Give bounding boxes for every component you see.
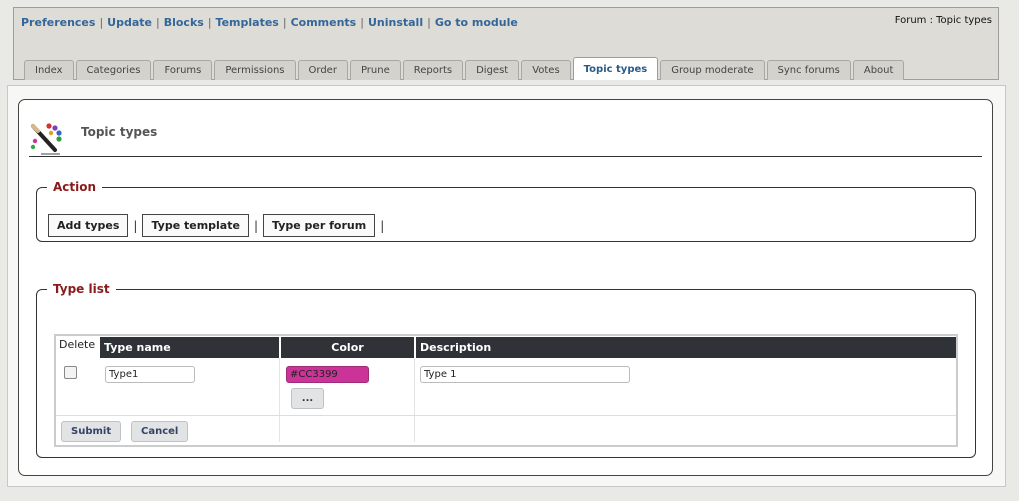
tab-order[interactable]: Order bbox=[297, 60, 348, 80]
type-list-table: Delete Type name Color Description ... S… bbox=[54, 334, 958, 447]
nav-link-blocks[interactable]: Blocks bbox=[164, 16, 204, 29]
separator: | bbox=[427, 16, 431, 29]
separator: | bbox=[282, 16, 287, 29]
page-title: Topic types bbox=[81, 125, 158, 139]
nav-link-comments[interactable]: Comments bbox=[291, 16, 357, 29]
header-color: Color bbox=[281, 337, 414, 358]
tab-digest[interactable]: Digest bbox=[465, 60, 520, 80]
type-template-button[interactable]: Type template bbox=[142, 214, 249, 237]
tab-forums[interactable]: Forums bbox=[153, 60, 213, 80]
column-divider bbox=[414, 358, 415, 442]
tab-reports[interactable]: Reports bbox=[402, 60, 464, 80]
breadcrumb: Forum : Topic types bbox=[894, 15, 992, 26]
tab-index[interactable]: Index bbox=[24, 60, 74, 80]
module-tabs: Index Categories Forums Permissions Orde… bbox=[24, 57, 906, 80]
tab-prune[interactable]: Prune bbox=[349, 60, 401, 80]
nav-link-uninstall[interactable]: Uninstall bbox=[368, 16, 423, 29]
content-box: Topic types Action Add types | Type temp… bbox=[18, 99, 993, 476]
nav-link-templates[interactable]: Templates bbox=[216, 16, 279, 29]
add-types-button[interactable]: Add types bbox=[48, 214, 129, 237]
delete-checkbox[interactable] bbox=[64, 366, 77, 379]
header-delete: Delete bbox=[59, 338, 96, 351]
tab-votes[interactable]: Votes bbox=[521, 60, 571, 80]
type-per-forum-button[interactable]: Type per forum bbox=[263, 214, 376, 237]
tab-about[interactable]: About bbox=[852, 60, 905, 80]
submit-button[interactable]: Submit bbox=[61, 421, 122, 442]
header-type-name: Type name bbox=[100, 337, 279, 358]
nav-link-preferences[interactable]: Preferences bbox=[21, 16, 95, 29]
title-divider bbox=[29, 156, 982, 157]
main-panel: Topic types Action Add types | Type temp… bbox=[7, 85, 1006, 487]
type-name-input[interactable] bbox=[105, 366, 195, 383]
separator: | bbox=[207, 16, 212, 29]
color-picker-button[interactable]: ... bbox=[291, 388, 324, 409]
action-legend: Action bbox=[53, 180, 97, 194]
type-list-fieldset: Type list Delete Type name Color Descrip… bbox=[36, 282, 976, 458]
row-divider bbox=[56, 415, 956, 416]
description-input[interactable] bbox=[420, 366, 630, 383]
header-description: Description bbox=[416, 337, 956, 358]
nav-link-update[interactable]: Update bbox=[107, 16, 152, 29]
cancel-button[interactable]: Cancel bbox=[131, 421, 189, 442]
separator: | bbox=[133, 218, 138, 233]
type-list-legend: Type list bbox=[53, 282, 110, 296]
admin-header: Preferences | Update | Blocks | Templates | Comm… bbox=[13, 7, 999, 80]
separator: | bbox=[99, 16, 104, 29]
tab-topic-types[interactable]: Topic types bbox=[572, 57, 659, 80]
color-input[interactable] bbox=[286, 366, 369, 383]
separator: | bbox=[156, 16, 160, 29]
tab-group-moderate[interactable]: Group moderate bbox=[660, 60, 765, 80]
separator: | bbox=[253, 218, 258, 233]
column-divider bbox=[279, 358, 280, 442]
admin-nav-links: Preferences | Update | Blocks | Templates | Comm… bbox=[21, 16, 518, 29]
tab-sync-forums[interactable]: Sync forums bbox=[766, 60, 851, 80]
nav-link-go-to-module[interactable]: Go to module bbox=[435, 16, 518, 29]
tab-permissions[interactable]: Permissions bbox=[214, 60, 296, 80]
separator: | bbox=[380, 218, 385, 233]
tab-categories[interactable]: Categories bbox=[75, 60, 152, 80]
action-fieldset: Action Add types | Type template | Type … bbox=[36, 180, 976, 242]
action-buttons: Add types | Type template | Type per for… bbox=[48, 214, 389, 237]
separator: | bbox=[360, 16, 364, 29]
